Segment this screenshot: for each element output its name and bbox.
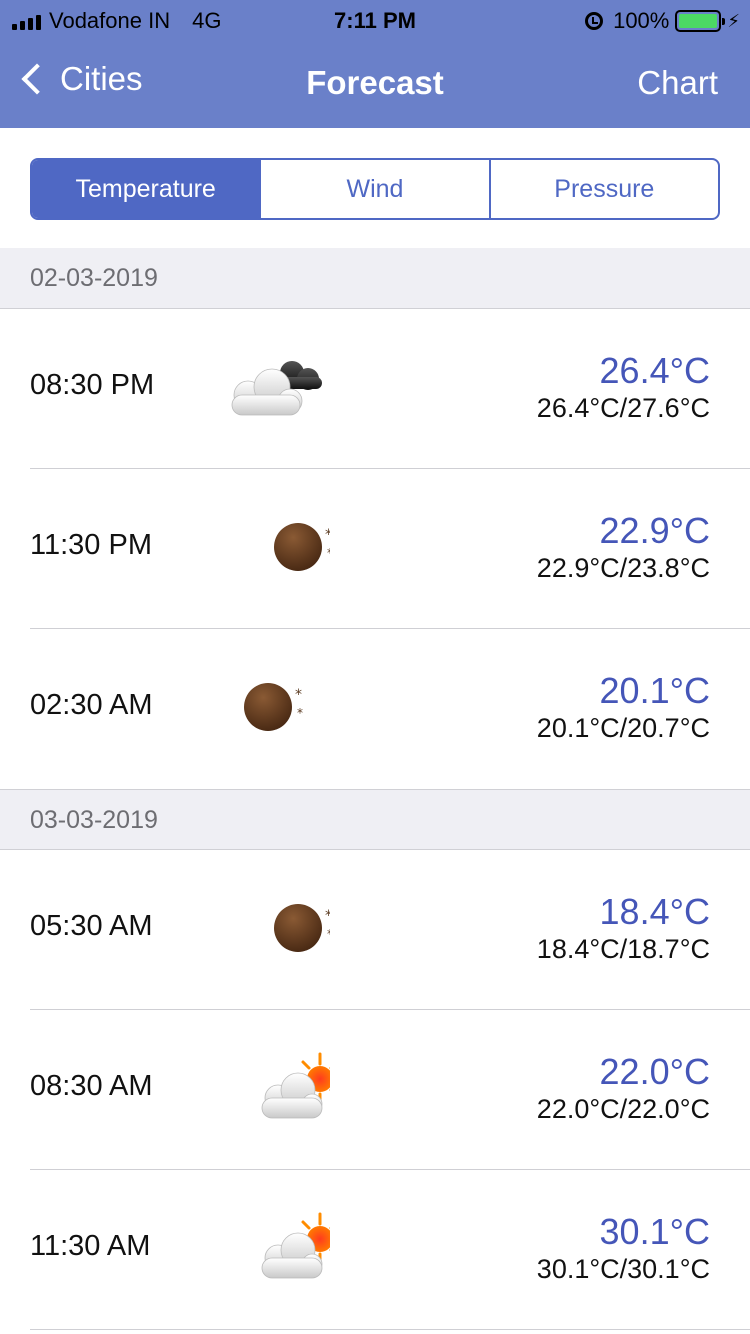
forecast-time: 05:30 AM	[30, 910, 153, 942]
tab-wind[interactable]: Wind	[259, 160, 488, 218]
svg-text:*: *	[327, 546, 330, 560]
current-temperature: 20.1°C	[599, 670, 710, 711]
temperature-block: 30.1°C 30.1°C/30.1°C	[537, 1212, 710, 1286]
svg-text:*: *	[297, 706, 303, 720]
svg-text:*: *	[295, 687, 302, 703]
moon-icon: * *	[274, 904, 330, 952]
section-header-date: 03-03-2019	[0, 789, 750, 850]
temperature-range: 30.1°C/30.1°C	[536, 1254, 710, 1284]
battery-icon	[675, 10, 726, 32]
temperature-block: 26.4°C 26.4°C/27.6°C	[537, 351, 710, 425]
forecast-list: 02-03-2019 08:30 PM 26.4°C 26.4°C/27.6°C…	[0, 248, 750, 1330]
forecast-time: 08:30 PM	[30, 369, 155, 401]
segmented-control: Temperature Wind Pressure	[30, 158, 720, 220]
partly-sunny-icon	[261, 1212, 330, 1279]
svg-text:*: *	[325, 527, 330, 543]
svg-text:*: *	[327, 927, 330, 941]
status-bar: Vodafone IN 4G 7:11 PM 100% ⚡	[0, 0, 750, 40]
temperature-block: 22.9°C 22.9°C/23.8°C	[537, 511, 710, 585]
temperature-range: 22.0°C/22.0°C	[536, 1094, 710, 1124]
chart-button[interactable]: Chart	[637, 64, 718, 102]
charging-icon: ⚡	[727, 10, 740, 31]
section-header-date: 02-03-2019	[0, 248, 750, 309]
forecast-row[interactable]: 11:30 AM 30.1°C 30.1°C/30.1°C	[30, 1170, 750, 1330]
temperature-range: 26.4°C/27.6°C	[536, 393, 710, 423]
forecast-row[interactable]: 05:30 AM * * 18.4°C 18.4°C/18.7°C	[30, 850, 750, 1010]
temperature-block: 18.4°C 18.4°C/18.7°C	[537, 892, 710, 966]
tab-temperature[interactable]: Temperature	[32, 160, 260, 218]
temperature-block: 22.0°C 22.0°C/22.0°C	[537, 1052, 710, 1126]
forecast-time: 02:30 AM	[30, 689, 153, 721]
tab-pressure[interactable]: Pressure	[488, 160, 718, 218]
forecast-row[interactable]: 08:30 AM 22.0°C 22.0°C/22.0°C	[30, 1010, 750, 1170]
current-temperature: 18.4°C	[599, 891, 710, 932]
status-right: 100% ⚡	[585, 8, 740, 34]
temperature-range: 22.9°C/23.8°C	[536, 553, 710, 583]
temperature-block: 20.1°C 20.1°C/20.7°C	[537, 671, 710, 745]
svg-text:*: *	[325, 908, 330, 924]
temperature-range: 18.4°C/18.7°C	[536, 934, 710, 964]
current-temperature: 26.4°C	[599, 350, 710, 391]
forecast-time: 08:30 AM	[30, 1070, 153, 1102]
partly-sunny-icon	[261, 1052, 330, 1119]
moon-icon: * *	[274, 523, 330, 571]
forecast-time: 11:30 AM	[30, 1230, 151, 1262]
temperature-range: 20.1°C/20.7°C	[536, 713, 710, 743]
alarm-icon	[585, 12, 604, 30]
forecast-row[interactable]: 11:30 PM * * 22.9°C 22.9°C/23.8°C	[30, 469, 750, 629]
cloudy-night-icon	[231, 361, 322, 416]
forecast-time: 11:30 PM	[30, 529, 152, 561]
navigation-bar: Vodafone IN 4G 7:11 PM 100% ⚡ Cities For…	[0, 0, 750, 128]
current-temperature: 22.0°C	[599, 1051, 710, 1092]
forecast-row[interactable]: 08:30 PM 26.4°C 26.4°C/27.6°C	[30, 309, 750, 469]
battery-percent: 100%	[613, 8, 670, 33]
current-temperature: 22.9°C	[599, 510, 710, 551]
moon-icon: * *	[244, 683, 303, 731]
current-temperature: 30.1°C	[599, 1211, 710, 1252]
forecast-row[interactable]: 02:30 AM * * 20.1°C 20.1°C/20.7°C	[0, 629, 750, 789]
